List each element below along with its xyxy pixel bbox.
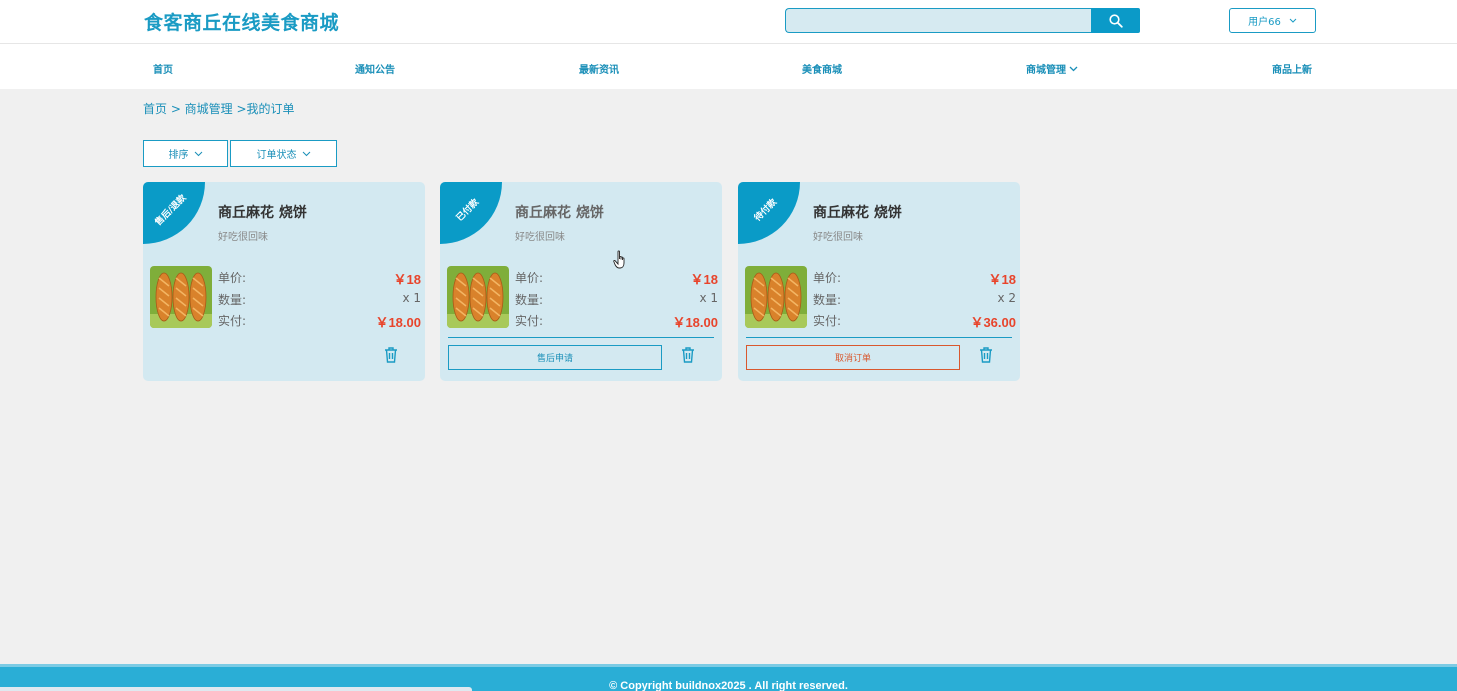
nav-item-label: 首页	[153, 65, 173, 76]
quantity-value: x 1	[699, 291, 718, 305]
order-status-text: 已付款	[454, 197, 482, 224]
unit-price-value: ￥18	[988, 272, 1016, 287]
order-status-ribbon: 已付款	[440, 182, 502, 244]
unit-price-label: 单价:	[218, 271, 247, 285]
nav-item-label: 商品上新	[1272, 65, 1312, 76]
unit-price-label: 单价:	[813, 271, 842, 285]
search-button[interactable]	[1091, 8, 1140, 33]
product-thumbnail	[745, 266, 807, 328]
unit-price-label: 单价:	[515, 271, 544, 285]
order-status-label: 订单状态	[256, 150, 297, 161]
product-subtitle: 好吃很回味	[515, 232, 565, 243]
product-title: 商丘麻花 烧饼	[515, 205, 604, 221]
sort-label: 排序	[168, 150, 189, 161]
unit-price-value: ￥18	[393, 272, 421, 287]
quantity-label: 数量:	[515, 293, 544, 307]
product-thumbnail	[150, 266, 212, 328]
hand-pointer-icon	[613, 250, 625, 269]
cancel-order-button[interactable]: 取消订单	[746, 345, 960, 370]
paid-label: 实付:	[813, 314, 842, 328]
chevron-down-icon	[302, 151, 310, 156]
card-divider	[448, 337, 714, 338]
nav-item-home[interactable]: 首页	[153, 61, 173, 76]
product-title: 商丘麻花 烧饼	[218, 205, 307, 221]
delete-icon[interactable]	[383, 346, 399, 364]
breadcrumb[interactable]: 首页 > 商城管理 >我的订单	[143, 100, 295, 117]
quantity-value: x 2	[997, 291, 1016, 305]
chevron-down-icon	[1069, 66, 1078, 71]
order-card[interactable]: 售后/退款 商丘麻花 烧饼 好吃很回味 单价: ￥18 数量: x 1 实付: …	[143, 182, 425, 381]
nav-item-new-products[interactable]: 商品上新	[1272, 61, 1312, 76]
chevron-down-icon	[1289, 18, 1297, 23]
quantity-value: x 1	[402, 291, 421, 305]
product-title: 商丘麻花 烧饼	[813, 205, 902, 221]
nav-item-label: 最新资讯	[579, 65, 619, 76]
delete-icon[interactable]	[680, 346, 696, 364]
paid-value: ￥18.00	[672, 315, 718, 330]
order-card[interactable]: 已付款 商丘麻花 烧饼 好吃很回味 单价: ￥18 数量: x 1 实付: ￥1…	[440, 182, 722, 381]
order-status-ribbon: 售后/退款	[143, 182, 205, 244]
order-status-text: 售后/退款	[153, 193, 189, 228]
unit-price-value: ￥18	[690, 272, 718, 287]
paid-label: 实付:	[218, 314, 247, 328]
main-nav: 首页 通知公告 最新资讯 美食商城 商城管理 商品上新	[0, 44, 1457, 89]
paid-value: ￥36.00	[970, 315, 1016, 330]
order-card[interactable]: 待付款 商丘麻花 烧饼 好吃很回味 单价: ￥18 数量: x 2 实付: ￥3…	[738, 182, 1020, 381]
paid-value: ￥18.00	[375, 315, 421, 330]
site-brand[interactable]: 食客商丘在线美食商城	[144, 8, 339, 35]
footer-status-bar	[0, 687, 472, 691]
product-thumbnail	[447, 266, 509, 328]
product-subtitle: 好吃很回味	[218, 232, 268, 243]
user-name: 用户66	[1248, 17, 1281, 28]
order-status-text: 待付款	[752, 197, 780, 224]
nav-item-food-mall[interactable]: 美食商城	[802, 61, 842, 76]
product-subtitle: 好吃很回味	[813, 232, 863, 243]
search-icon	[1108, 13, 1123, 28]
order-status-dropdown[interactable]: 订单状态	[230, 140, 337, 167]
nav-item-label: 美食商城	[802, 65, 842, 76]
site-header: 食客商丘在线美食商城 用户66	[0, 0, 1457, 44]
order-status-ribbon: 待付款	[738, 182, 800, 244]
nav-item-label: 通知公告	[355, 65, 395, 76]
quantity-label: 数量:	[218, 293, 247, 307]
paid-label: 实付:	[515, 314, 544, 328]
search-bar	[785, 8, 1140, 33]
user-menu-dropdown[interactable]: 用户66	[1229, 8, 1316, 33]
search-input[interactable]	[785, 8, 1092, 33]
quantity-label: 数量:	[813, 293, 842, 307]
nav-item-news[interactable]: 最新资讯	[579, 61, 619, 76]
after-sales-request-button[interactable]: 售后申请	[448, 345, 662, 370]
nav-item-notices[interactable]: 通知公告	[355, 61, 395, 76]
nav-item-mall-management[interactable]: 商城管理	[1026, 61, 1078, 76]
card-divider	[746, 337, 1012, 338]
sort-dropdown[interactable]: 排序	[143, 140, 228, 167]
nav-item-label: 商城管理	[1026, 65, 1066, 76]
delete-icon[interactable]	[978, 346, 994, 364]
site-footer: © Copyright buildnox2025 . All right res…	[0, 664, 1457, 691]
chevron-down-icon	[194, 151, 202, 156]
